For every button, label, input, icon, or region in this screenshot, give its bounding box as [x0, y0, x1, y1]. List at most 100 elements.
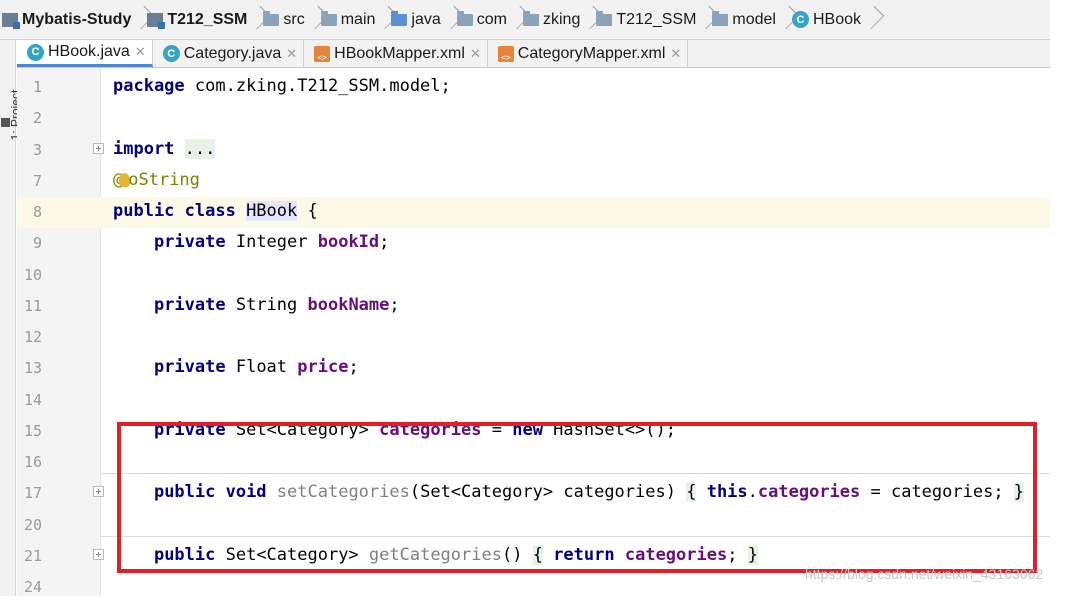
code-token: ... [184, 138, 216, 159]
code-line[interactable]: 13 private Float price; [17, 353, 1050, 384]
code-token: com.zking.T212_SSM.model; [184, 76, 451, 96]
project-tool-strip[interactable]: 1: Project [0, 40, 22, 596]
code-text: @ oString [113, 169, 200, 191]
line-number: 8 [32, 203, 42, 221]
folder-icon [263, 10, 280, 26]
line-number: 11 [23, 296, 42, 315]
code-text: package com.zking.T212_SSM.model; [113, 75, 451, 97]
code-line[interactable]: 9 private Integer bookId; [17, 228, 1050, 259]
code-line[interactable]: 1 package com.zking.T212_SSM.model; [17, 72, 1050, 103]
module-icon [2, 12, 20, 29]
close-icon[interactable]: ✕ [135, 44, 146, 60]
code-token: { [297, 201, 318, 221]
line-number: 9 [32, 234, 42, 253]
line-number: 16 [23, 453, 42, 471]
breadcrumb-separator [379, 0, 389, 40]
breadcrumb-item[interactable]: src [261, 0, 308, 39]
breadcrumb-item[interactable]: Mybatis-Study [0, 0, 135, 39]
code-token: private [153, 294, 226, 315]
class-icon: C [162, 45, 180, 62]
code-token: Float [225, 357, 298, 378]
line-number: 10 [23, 265, 42, 284]
breadcrumb-item[interactable]: T212_SSM [594, 0, 700, 39]
breadcrumb-item[interactable]: T212_SSM [145, 0, 251, 39]
code-line[interactable]: 8 public class HBook { [17, 197, 1050, 228]
code-token: private [153, 232, 226, 253]
project-tool-icon[interactable] [1, 118, 10, 127]
source-folder-icon [391, 10, 408, 26]
close-icon[interactable]: ✕ [470, 46, 481, 62]
code-token: price [297, 357, 349, 378]
code-token: String [225, 294, 308, 315]
breadcrumb-separator [700, 0, 710, 40]
breadcrumb-item[interactable]: model [710, 0, 780, 39]
line-number: 17 [23, 484, 42, 503]
fold-expand-icon[interactable] [93, 486, 104, 498]
line-number: 14 [23, 390, 42, 409]
code-text: import ... [113, 138, 216, 160]
navigation-bar: Mybatis-Study T212_SSM src main java com… [0, 0, 1050, 40]
code-line[interactable]: 2 [17, 103, 1050, 134]
fold-expand-icon[interactable] [93, 548, 104, 560]
breadcrumb-separator [511, 0, 521, 40]
fold-expand-icon[interactable] [93, 142, 104, 154]
breadcrumb-item[interactable]: zking [521, 0, 584, 39]
class-icon: C [27, 43, 44, 61]
tab-categorymapper-xml[interactable]: <> CategoryMapper.xml ✕ [488, 40, 689, 67]
code-line[interactable]: 10 [17, 260, 1050, 291]
code-text: private String bookName; [113, 294, 400, 316]
code-text: private Integer bookId; [113, 231, 389, 253]
code-token: bookId [317, 232, 380, 253]
annotation-highlight-box [117, 422, 1037, 573]
code-line[interactable]: 14 [17, 385, 1050, 416]
xml-icon: <> [497, 45, 514, 62]
code-line[interactable]: 11 private String bookName; [17, 291, 1050, 322]
breadcrumb-separator [865, 0, 875, 40]
breadcrumb-separator [584, 0, 594, 40]
code-token: public class [113, 201, 247, 221]
breadcrumb-separator [135, 0, 145, 40]
breadcrumb-separator [251, 0, 261, 40]
close-icon[interactable]: ✕ [670, 46, 681, 62]
line-number: 7 [32, 171, 42, 190]
tab-hbook-java[interactable]: C HBook.java ✕ [17, 40, 153, 67]
watermark: https://blog.csdn.net/weixin_43163062 [805, 566, 1044, 582]
code-line[interactable]: 12 [17, 322, 1050, 353]
tab-category-java[interactable]: C Category.java ✕ [153, 40, 305, 67]
line-number: 1 [32, 78, 42, 96]
code-token: private [153, 357, 226, 378]
folder-icon [320, 10, 337, 26]
breadcrumb-separator [445, 0, 455, 40]
line-number: 21 [23, 546, 42, 565]
editor-tab-bar: C HBook.java ✕ C Category.java ✕ <> HBoo… [17, 40, 1050, 68]
code-line[interactable]: 7 @ oString [17, 166, 1050, 197]
module-folder-icon [147, 12, 166, 29]
xml-icon: <> [314, 45, 331, 62]
line-number: 15 [23, 421, 42, 440]
package-icon [596, 10, 613, 26]
close-icon[interactable]: ✕ [286, 46, 297, 62]
package-icon [523, 10, 539, 26]
package-icon [456, 10, 473, 26]
tab-hbookmapper-xml[interactable]: <> HBookMapper.xml ✕ [304, 40, 488, 67]
package-icon [712, 10, 729, 26]
code-token: Integer [225, 232, 318, 253]
line-number: 3 [32, 140, 42, 159]
breadcrumb-item[interactable]: com [455, 0, 511, 39]
code-line[interactable]: 3 import ... [17, 135, 1050, 166]
code-token: oString [128, 169, 200, 190]
line-number: 24 [23, 578, 42, 596]
breadcrumb-item[interactable]: C HBook [790, 0, 865, 39]
line-number: 12 [23, 328, 42, 346]
code-token: ; [389, 294, 400, 315]
line-number: 20 [23, 515, 42, 534]
code-token: ; [348, 357, 359, 378]
breadcrumb-item[interactable]: main [319, 0, 380, 39]
breadcrumb-separator [309, 0, 319, 40]
breadcrumb-item[interactable]: java [389, 0, 444, 39]
code-token: ; [379, 232, 390, 253]
code-token: bookName [307, 294, 390, 315]
